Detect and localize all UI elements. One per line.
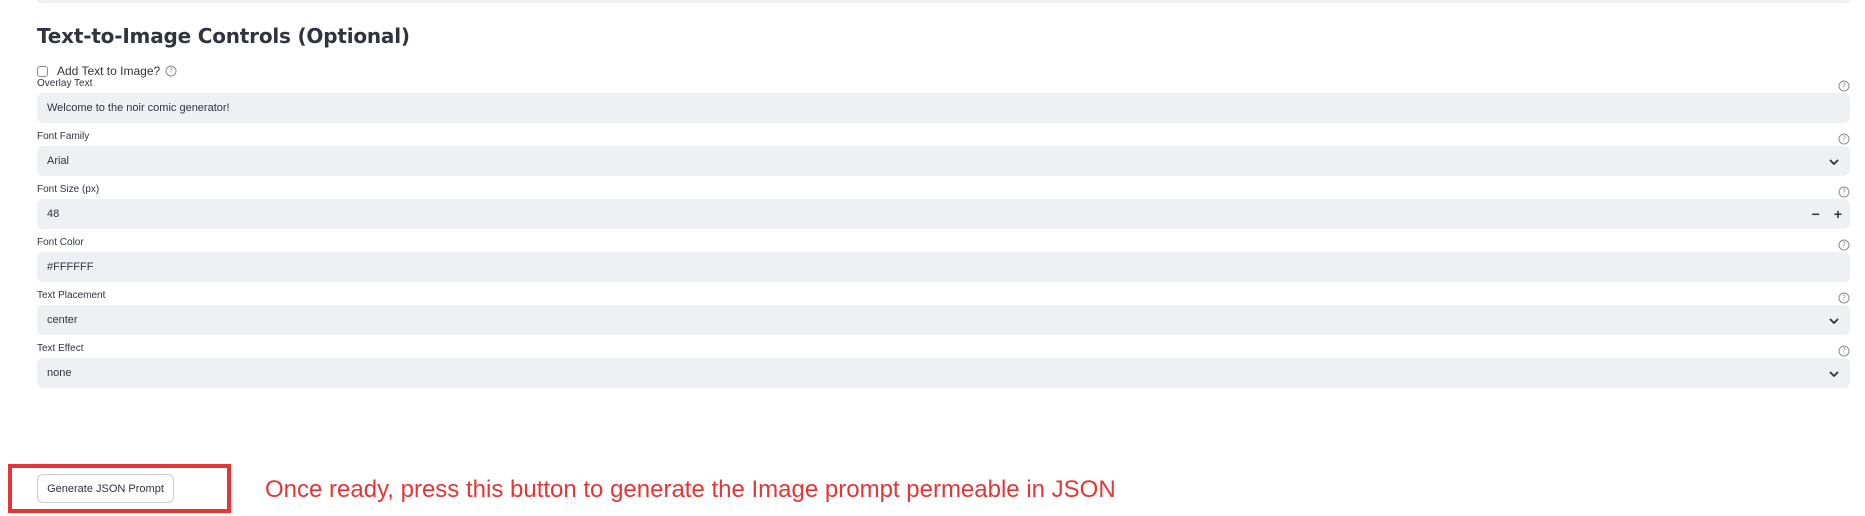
svg-text:?: ? [1842,135,1846,144]
help-icon[interactable]: ? [165,65,177,77]
text-placement-label: Text Placement [37,290,106,301]
help-icon[interactable]: ? [1838,292,1850,304]
font-family-select[interactable]: Arial [37,146,1850,176]
font-family-label: Font Family [37,131,90,142]
help-icon[interactable]: ? [1838,345,1850,357]
svg-text:?: ? [1842,188,1846,197]
font-color-value: #FFFFFF [47,261,94,273]
svg-text:?: ? [1842,347,1846,356]
svg-text:?: ? [169,67,173,76]
overlay-text-value: Welcome to the noir comic generator! [47,102,230,114]
chevron-down-icon[interactable] [1828,314,1840,326]
font-color-input[interactable]: #FFFFFF [37,252,1850,282]
generate-json-prompt-button[interactable]: Generate JSON Prompt [37,474,174,503]
help-icon[interactable]: ? [1838,186,1850,198]
font-family-value: Arial [47,155,70,167]
text-effect-select[interactable]: none [37,358,1850,388]
chevron-down-icon[interactable] [1828,367,1840,379]
add-text-checkbox[interactable] [37,65,48,77]
section-title: Text-to-Image Controls (Optional) [37,24,410,48]
help-icon[interactable]: ? [1838,239,1850,251]
help-icon[interactable]: ? [1838,80,1850,92]
overlay-text-label: Overlay Text [37,78,93,89]
svg-text:?: ? [1842,294,1846,303]
annotation-text: Once ready, press this button to generat… [265,476,1116,503]
increment-button[interactable]: + [1834,199,1842,229]
font-color-label: Font Color [37,237,84,248]
font-size-label: Font Size (px) [37,184,100,195]
overlay-text-input[interactable]: Welcome to the noir comic generator! [37,93,1850,123]
chevron-down-icon[interactable] [1828,155,1840,167]
text-placement-value: center [47,314,78,326]
font-size-input[interactable]: 48 − + [37,199,1850,229]
text-effect-label: Text Effect [37,343,84,354]
add-text-checkbox-row[interactable]: Add Text to Image? ? [37,63,177,79]
decrement-button[interactable]: − [1812,199,1820,229]
text-effect-value: none [47,367,72,379]
font-size-value: 48 [47,208,60,220]
text-placement-select[interactable]: center [37,305,1850,335]
previous-input-edge [37,0,1850,3]
font-size-stepper: − + [1812,199,1842,229]
svg-text:?: ? [1842,241,1846,250]
add-text-checkbox-label[interactable]: Add Text to Image? [57,64,160,78]
svg-text:?: ? [1842,82,1846,91]
page: Text-to-Image Controls (Optional) Add Te… [0,0,1865,516]
help-icon[interactable]: ? [1838,133,1850,145]
